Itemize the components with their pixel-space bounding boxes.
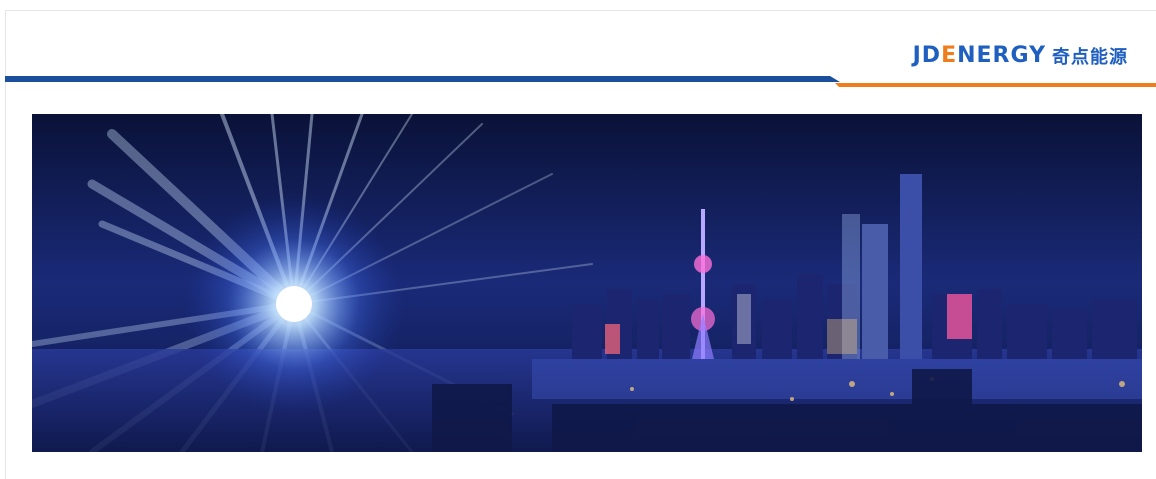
logo-nergy: NERGY bbox=[957, 43, 1046, 68]
brand-logo[interactable]: JD E NERGY 奇点能源 bbox=[913, 42, 1128, 70]
logo-wordmark: JD E NERGY bbox=[913, 45, 1046, 67]
header-divider bbox=[5, 76, 1156, 87]
city-skyline-illustration bbox=[32, 114, 1142, 452]
logo-jd: JD bbox=[912, 43, 942, 68]
hero-banner-image bbox=[32, 114, 1142, 452]
logo-e: E bbox=[941, 43, 958, 68]
logo-chinese-name: 奇点能源 bbox=[1052, 47, 1128, 68]
